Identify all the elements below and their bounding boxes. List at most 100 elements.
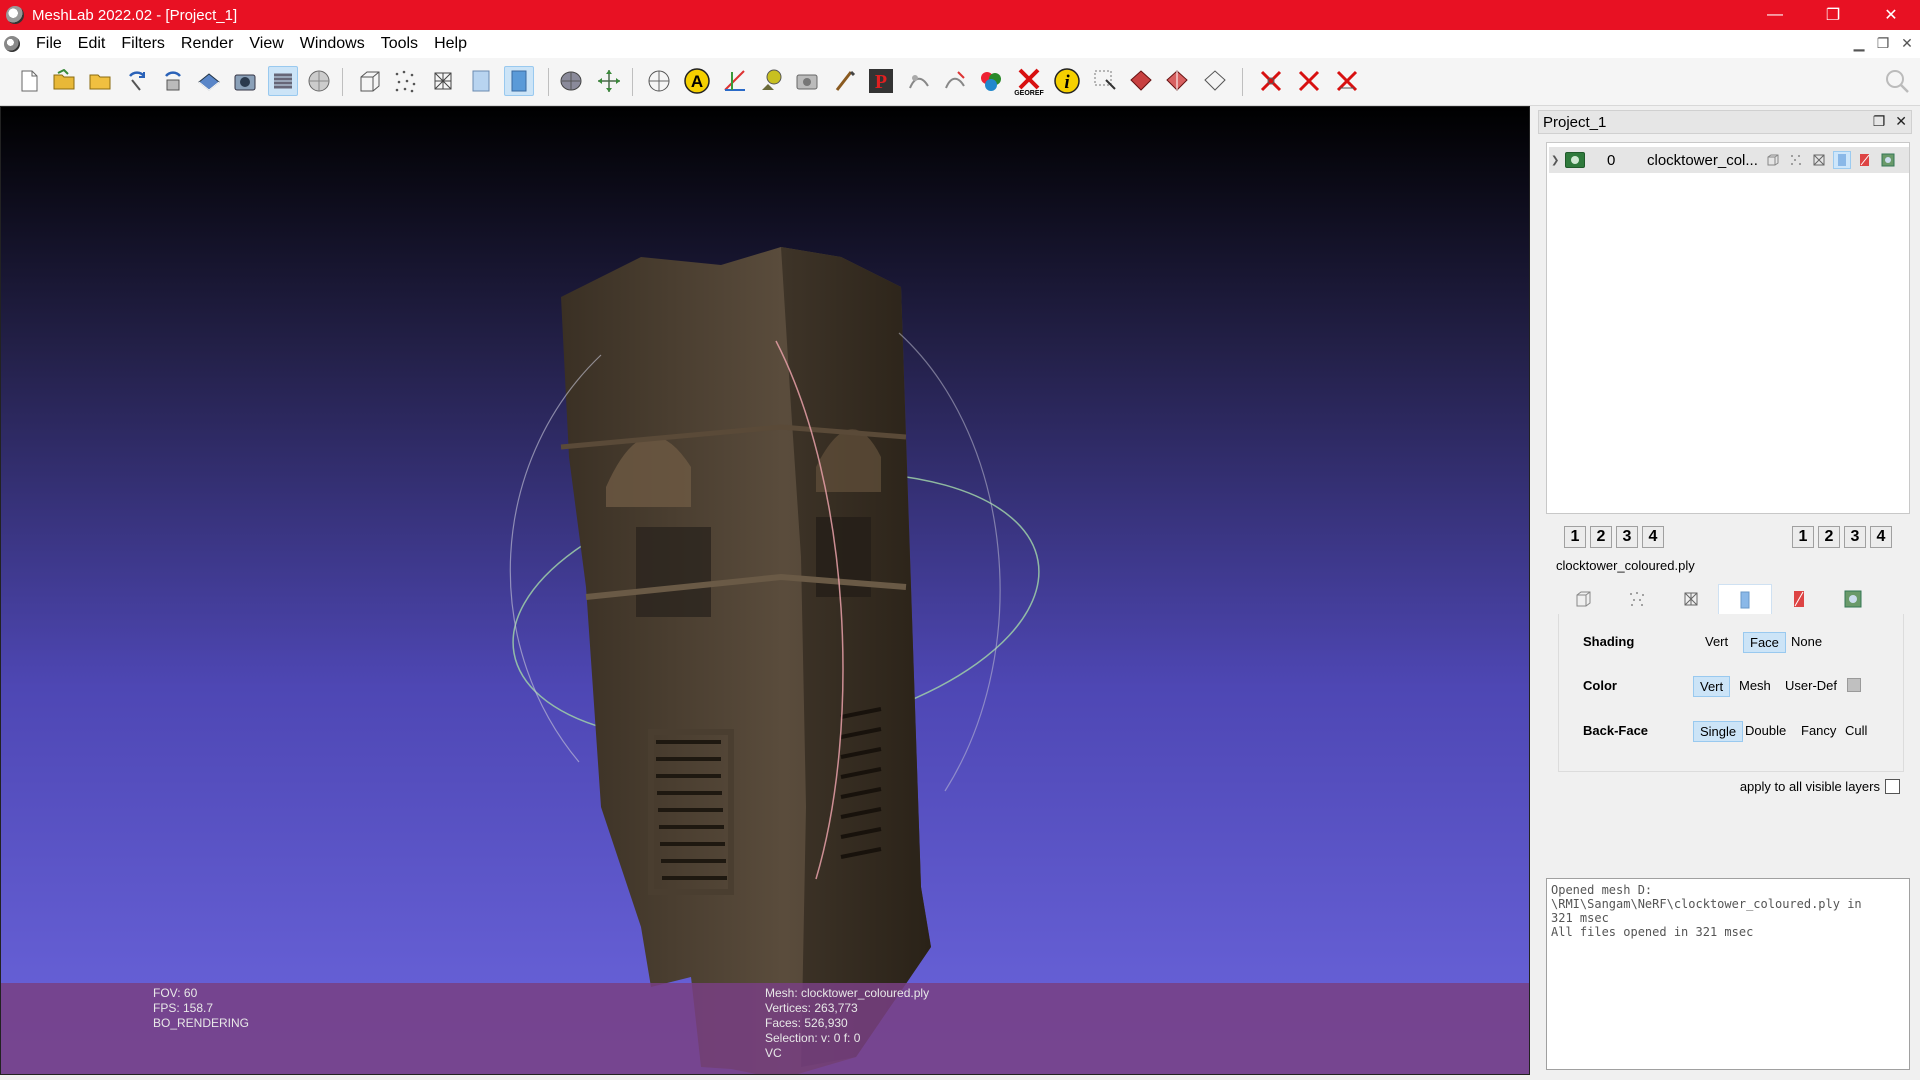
reset-trackball-icon[interactable]: [594, 66, 624, 96]
select-faces-icon[interactable]: [1126, 66, 1156, 96]
menu-edit[interactable]: Edit: [70, 35, 114, 53]
mdi-restore-button[interactable]: ❐: [1874, 34, 1892, 52]
color-vert-option[interactable]: Vert: [1693, 676, 1731, 697]
select-connected-icon[interactable]: [1162, 66, 1192, 96]
delete-faces-icon[interactable]: [1294, 66, 1324, 96]
layer-panel: Project_1 ❐ ✕ ❯ 0 clocktower_col... 1 2 …: [1530, 106, 1920, 1075]
fps-text: FPS: 158.7: [153, 1001, 214, 1015]
wireframe-icon[interactable]: [428, 66, 458, 96]
svg-text:P: P: [875, 71, 887, 93]
tab-solid-icon[interactable]: [1718, 584, 1772, 614]
backface-single-option[interactable]: Single: [1693, 721, 1744, 742]
z-painting-icon[interactable]: [904, 66, 934, 96]
left-shortcut-4[interactable]: 4: [1642, 526, 1664, 548]
decorator-mini-icon[interactable]: [1879, 151, 1897, 169]
menu-windows[interactable]: Windows: [292, 35, 373, 53]
tab-points-icon[interactable]: [1610, 584, 1664, 614]
measure-icon[interactable]: [644, 66, 674, 96]
restore-button[interactable]: ❐: [1804, 0, 1862, 30]
log-window[interactable]: Opened mesh D: \RMI\Sangam\NeRF\clocktow…: [1546, 878, 1910, 1070]
layer-row[interactable]: ❯ 0 clocktower_col...: [1549, 147, 1909, 173]
backface-cull-option[interactable]: Cull: [1839, 721, 1873, 740]
search-icon[interactable]: [1882, 66, 1912, 96]
export-mesh-icon[interactable]: [194, 66, 224, 96]
tab-texture-icon[interactable]: [1772, 584, 1826, 614]
raster-align-icon[interactable]: [792, 66, 822, 96]
menu-tools[interactable]: Tools: [373, 35, 426, 53]
apply-all-checkbox[interactable]: [1885, 779, 1900, 794]
tab-bbox-icon[interactable]: [1556, 584, 1610, 614]
faces-text: Faces: 526,930: [765, 1016, 848, 1030]
tab-decorator-icon[interactable]: [1826, 584, 1880, 614]
menu-file[interactable]: File: [28, 35, 70, 53]
menu-view[interactable]: View: [241, 35, 291, 53]
expand-arrow-icon[interactable]: ❯: [1551, 155, 1561, 166]
new-project-icon[interactable]: [14, 66, 44, 96]
meshlab-logo-icon: [6, 6, 24, 24]
select-none-icon[interactable]: [1200, 66, 1230, 96]
align-icon[interactable]: [756, 66, 786, 96]
menu-filters[interactable]: Filters: [113, 35, 173, 53]
visibility-eye-icon[interactable]: [1565, 152, 1585, 168]
reload-all-icon[interactable]: [158, 66, 188, 96]
paint-icon[interactable]: [830, 66, 860, 96]
float-panel-icon[interactable]: ❐: [1873, 113, 1886, 130]
import-mesh-icon[interactable]: [86, 66, 116, 96]
smooth-icon[interactable]: [504, 66, 534, 96]
shading-face-option[interactable]: Face: [1743, 632, 1786, 653]
light-icon[interactable]: [556, 66, 586, 96]
apply-all-label: apply to all visible layers: [1739, 779, 1880, 794]
minimize-button[interactable]: —: [1746, 0, 1804, 30]
right-shortcut-1[interactable]: 1: [1792, 526, 1814, 548]
app-menu-icon[interactable]: [4, 36, 20, 52]
open-project-icon[interactable]: [50, 66, 80, 96]
flat-lines-icon[interactable]: [466, 66, 496, 96]
layer-name[interactable]: clocktower_col...: [1647, 152, 1759, 169]
delete-vertices-icon[interactable]: [1256, 66, 1286, 96]
3d-viewport[interactable]: FOV: 60 FPS: 158.7 BO_RENDERING Mesh: cl…: [0, 106, 1530, 1075]
shading-none-option[interactable]: None: [1785, 632, 1828, 651]
mutual-info-icon[interactable]: [976, 66, 1006, 96]
right-shortcut-3[interactable]: 3: [1844, 526, 1866, 548]
select-vertices-icon[interactable]: [1090, 66, 1120, 96]
backface-double-option[interactable]: Double: [1739, 721, 1792, 740]
left-shortcut-2[interactable]: 2: [1590, 526, 1612, 548]
color-mesh-option[interactable]: Mesh: [1733, 676, 1777, 695]
layer-dialog-icon[interactable]: [268, 66, 298, 96]
fill-select-icon[interactable]: [940, 66, 970, 96]
points-icon[interactable]: [390, 66, 420, 96]
pick-points-icon[interactable]: [720, 66, 750, 96]
bbox-mini-icon[interactable]: [1764, 151, 1782, 169]
annotate-icon[interactable]: A: [682, 66, 712, 96]
close-button[interactable]: ✕: [1862, 0, 1920, 30]
wire-mini-icon[interactable]: [1810, 151, 1828, 169]
layer-list[interactable]: ❯ 0 clocktower_col...: [1546, 142, 1910, 514]
left-shortcut-3[interactable]: 3: [1616, 526, 1638, 548]
snapshot-icon[interactable]: [230, 66, 260, 96]
mdi-minimize-button[interactable]: ▁: [1850, 34, 1868, 52]
info-icon[interactable]: i: [1052, 66, 1082, 96]
raster-icon[interactable]: [304, 66, 334, 96]
texture-mini-icon[interactable]: [1856, 151, 1874, 169]
tab-wire-icon[interactable]: [1664, 584, 1718, 614]
reload-icon[interactable]: [122, 66, 152, 96]
points-mini-icon[interactable]: [1787, 151, 1805, 169]
menu-render[interactable]: Render: [173, 35, 241, 53]
shading-vert-option[interactable]: Vert: [1699, 632, 1734, 651]
backface-fancy-option[interactable]: Fancy: [1795, 721, 1842, 740]
color-userdef-option[interactable]: User-Def: [1779, 676, 1843, 695]
solid-mini-icon[interactable]: [1833, 151, 1851, 169]
svg-text:GEOREF: GEOREF: [1014, 90, 1044, 96]
left-shortcut-1[interactable]: 1: [1564, 526, 1586, 548]
right-shortcut-4[interactable]: 4: [1870, 526, 1892, 548]
pick-p-icon[interactable]: P: [866, 66, 896, 96]
georef-icon[interactable]: GEOREF: [1014, 66, 1044, 96]
right-shortcut-2[interactable]: 2: [1818, 526, 1840, 548]
close-panel-icon[interactable]: ✕: [1895, 113, 1907, 130]
mesh-render: [509, 247, 1040, 1074]
user-color-swatch[interactable]: [1847, 678, 1861, 692]
menu-help[interactable]: Help: [426, 35, 475, 53]
mdi-close-button[interactable]: ✕: [1898, 34, 1916, 52]
delete-faces-vertices-icon[interactable]: [1332, 66, 1362, 96]
bounding-box-icon[interactable]: [354, 66, 384, 96]
